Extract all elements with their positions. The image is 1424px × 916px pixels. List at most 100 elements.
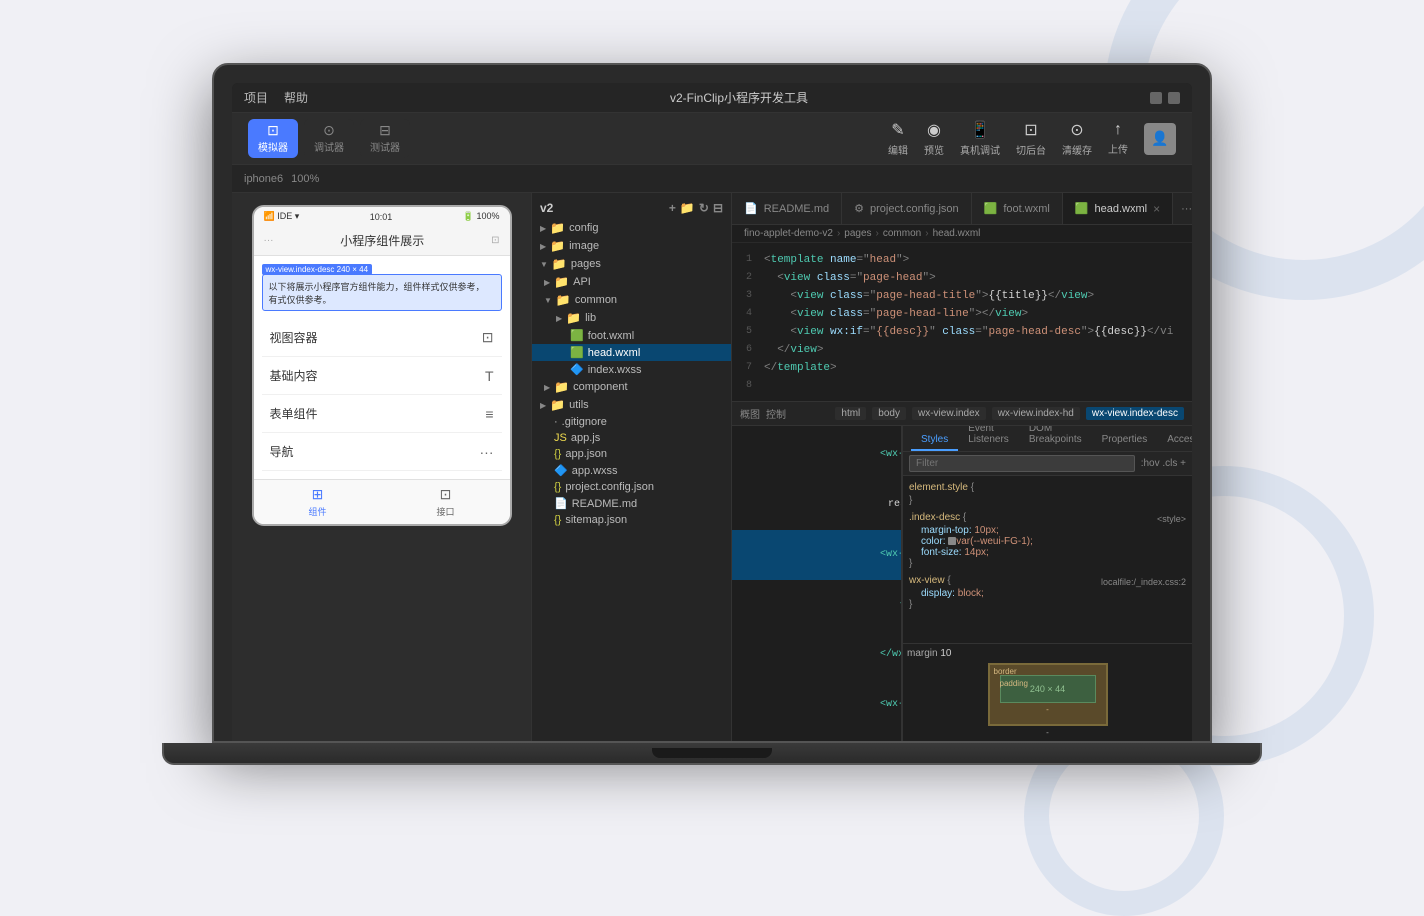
element-tag-wx-hd[interactable]: wx-view.index-hd: [992, 407, 1080, 420]
dt-line-4[interactable]: </wx-view>: [732, 630, 901, 680]
tree-item-gitignore[interactable]: · .gitignore: [532, 414, 731, 430]
tab-project-config[interactable]: ⚙ project.config.json: [842, 193, 972, 225]
list-item-view-container[interactable]: 视图容器 ⊡: [262, 319, 502, 357]
tab-more-icon[interactable]: ···: [1173, 203, 1192, 215]
toolbar-action-clear-cache[interactable]: ⊙ 清缓存: [1062, 120, 1092, 157]
tree-label-app-wxss: app.wxss: [572, 465, 618, 477]
line-num-2: 2: [732, 269, 764, 287]
tree-item-api[interactable]: ▶ 📁 API: [532, 273, 731, 291]
tree-item-app-js[interactable]: JS app.js: [532, 430, 731, 446]
new-file-icon[interactable]: +: [669, 201, 676, 215]
code-editor[interactable]: 1 <template name="head"> 2 <view class="…: [732, 243, 1192, 401]
dt-line-6[interactable]: </wx-view>: [732, 730, 901, 741]
dt-line-5[interactable]: <wx-view class="index-bd">_</wx-view>: [732, 680, 901, 730]
tree-item-app-json[interactable]: {} app.json: [532, 446, 731, 462]
tree-item-config[interactable]: ▶ 📁 config: [532, 219, 731, 237]
upload-icon: ↑: [1114, 121, 1122, 139]
chevron-icon: ▶: [544, 278, 550, 287]
dt-tab-event-listeners[interactable]: Event Listeners: [958, 426, 1019, 451]
collapse-icon[interactable]: ⊟: [713, 201, 723, 215]
dt-rule-element-style: element.style { }: [909, 482, 1186, 506]
list-item-form[interactable]: 表单组件 ≡: [262, 395, 502, 433]
tab-foot-label: foot.wxml: [1003, 203, 1049, 215]
dt-selector-index-desc: .index-desc { <style>: [909, 512, 1186, 523]
tree-item-common[interactable]: ▼ 📁 common: [532, 291, 731, 309]
list-item-nav[interactable]: 导航 ···: [262, 433, 502, 471]
dt-source-style: <style>: [1157, 514, 1186, 524]
tree-item-project-config[interactable]: {} project.config.json: [532, 479, 731, 495]
toolbar-btn-tester[interactable]: ⊟ 测试器: [360, 119, 410, 158]
phone-list-items: 视图容器 ⊡ 基础内容 T 表单组件 ≡: [262, 319, 502, 471]
close-btn[interactable]: [1168, 92, 1180, 104]
toolbar-action-background[interactable]: ⊡ 切后台: [1016, 120, 1046, 157]
element-tag-wx-index[interactable]: wx-view.index: [912, 407, 986, 420]
styles-filter-input[interactable]: [909, 455, 1135, 472]
dt-line-1[interactable]: <wx-image class="index-logo" src="../res…: [732, 430, 901, 480]
devtools-elements-bar: 概图 控制 html body wx-view.index wx-view.in…: [732, 402, 1192, 426]
tree-item-readme[interactable]: 📄 README.md: [532, 495, 731, 512]
component-nav-label: 组件: [308, 505, 326, 518]
json-icon: {}: [554, 481, 561, 493]
tree-item-image[interactable]: ▶ 📁 image: [532, 237, 731, 255]
phone-nav-component[interactable]: ⊞ 组件: [254, 480, 382, 524]
menu-item-help[interactable]: 帮助: [284, 89, 308, 106]
tree-item-head-wxml[interactable]: 🟩 head.wxml: [532, 344, 731, 361]
tree-item-foot-wxml[interactable]: 🟩 foot.wxml: [532, 327, 731, 344]
tree-item-sitemap[interactable]: {} sitemap.json: [532, 512, 731, 528]
new-folder-icon[interactable]: 📁: [680, 201, 695, 215]
tab-foot-wxml[interactable]: 🟩 foot.wxml: [972, 193, 1063, 225]
chevron-icon: ▶: [556, 314, 562, 323]
devtools-section-label-2: 控制: [766, 406, 786, 421]
debugger-icon: ⊙: [323, 123, 335, 137]
toolbar-action-upload[interactable]: ↑ 上传: [1108, 121, 1128, 156]
minimize-btn[interactable]: [1150, 92, 1162, 104]
devtools-html[interactable]: <wx-image class="index-logo" src="../res…: [732, 426, 902, 741]
dt-line-1b[interactable]: resources/kind/logo.png">_</wx-image>: [732, 480, 901, 530]
tree-item-utils[interactable]: ▶ 📁 utils: [532, 396, 731, 414]
tab-readme[interactable]: 📄 README.md: [732, 193, 842, 225]
tree-item-component[interactable]: ▶ 📁 component: [532, 378, 731, 396]
wxml-icon: 🟩: [570, 346, 584, 359]
dt-tab-dom-breakpoints[interactable]: DOM Breakpoints: [1019, 426, 1092, 451]
tab-close-icon[interactable]: ×: [1153, 202, 1160, 216]
dt-tab-styles[interactable]: Styles: [911, 430, 958, 451]
toolbar-btn-debugger[interactable]: ⊙ 调试器: [304, 119, 354, 158]
tree-item-lib[interactable]: ▶ 📁 lib: [532, 309, 731, 327]
folder-icon: 📁: [550, 398, 565, 412]
dt-line-2[interactable]: <wx-view class="index-desc">以下将展示小程序官方组件…: [732, 530, 901, 580]
line-content-5: <view wx:if="{{desc}}" class="page-head-…: [764, 323, 1192, 341]
tree-item-app-wxss[interactable]: 🔷 app.wxss: [532, 462, 731, 479]
highlighted-component: 以下将展示小程序官方组件能力，组件样式仅供参考， 有式仅供参考。: [262, 274, 502, 311]
folder-icon: 📁: [566, 311, 581, 325]
tree-item-pages[interactable]: ▼ 📁 pages: [532, 255, 731, 273]
component-label-badge: wx-view.index-desc 240 × 44: [262, 264, 373, 275]
tree-label-component: component: [573, 381, 627, 393]
chevron-icon: ▶: [544, 383, 550, 392]
list-item-basic[interactable]: 基础内容 T: [262, 357, 502, 395]
device-bar: iphone6 100%: [232, 165, 1192, 193]
tab-head-wxml[interactable]: 🟩 head.wxml ×: [1063, 193, 1173, 225]
toolbar-btn-simulator[interactable]: ⊡ 模拟器: [248, 119, 298, 158]
edit-icon: ✎: [891, 120, 904, 140]
element-tag-wx-desc[interactable]: wx-view.index-desc: [1086, 407, 1184, 420]
menu-item-project[interactable]: 项目: [244, 89, 268, 106]
toolbar-action-edit[interactable]: ✎ 编辑: [888, 120, 908, 157]
toolbar-action-device-debug[interactable]: 📱 真机调试: [960, 120, 1000, 157]
list-label-1: 基础内容: [270, 367, 318, 384]
element-tag-body[interactable]: body: [872, 407, 906, 420]
dt-tab-accessibility[interactable]: Accessibility: [1157, 430, 1192, 451]
dt-tab-properties[interactable]: Properties: [1092, 430, 1158, 451]
toolbar-action-preview[interactable]: ◉ 预览: [924, 120, 944, 157]
edit-label: 编辑: [888, 142, 908, 157]
project-icon: ⚙: [854, 202, 864, 215]
element-tag-html[interactable]: html: [835, 407, 866, 420]
tree-item-index-wxss[interactable]: 🔷 index.wxss: [532, 361, 731, 378]
box-model-section: margin 10 border padding 240 × 44: [903, 643, 1192, 741]
line-content-2: <view class="page-head">: [764, 269, 1192, 287]
devtools-main: <wx-image class="index-logo" src="../res…: [732, 426, 1192, 741]
avatar[interactable]: 👤: [1144, 123, 1176, 155]
dt-line-3[interactable]: <wx-view> == $0: [732, 580, 901, 630]
refresh-icon[interactable]: ↻: [699, 201, 709, 215]
tree-label-project-config: project.config.json: [565, 481, 654, 493]
phone-nav-interface[interactable]: ⊡ 接口: [382, 480, 510, 524]
